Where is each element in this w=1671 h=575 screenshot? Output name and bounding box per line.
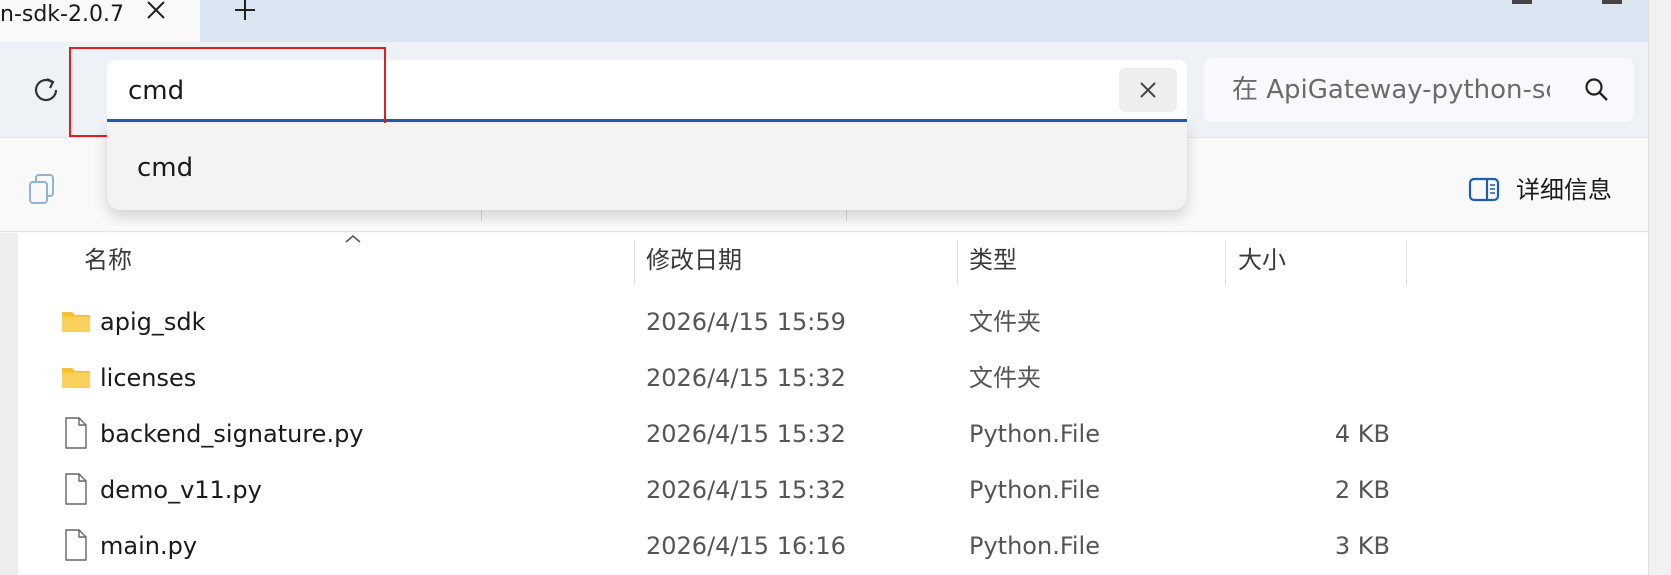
column-divider[interactable] — [634, 240, 635, 286]
file-size — [1270, 358, 1390, 398]
column-header-size[interactable]: 大小 — [1238, 240, 1286, 280]
file-date: 2026/4/15 15:32 — [646, 476, 846, 504]
file-name[interactable]: main.py — [100, 526, 197, 566]
column-divider[interactable] — [1225, 240, 1226, 286]
file-date: 2026/4/15 15:32 — [646, 420, 846, 448]
file-type: Python.File — [969, 420, 1100, 448]
file-size: 2 KB — [1334, 476, 1390, 504]
file-size: 3 KB — [1334, 532, 1390, 560]
file-name[interactable]: backend_signature.py — [100, 414, 364, 454]
suggestion-item[interactable]: cmd — [137, 150, 193, 186]
window-control-minimize[interactable] — [1512, 0, 1532, 4]
window-control-close[interactable] — [1602, 0, 1622, 4]
file-type: Python.File — [969, 476, 1100, 504]
navigation-pane-edge — [0, 233, 18, 575]
sort-ascending-icon — [344, 230, 362, 243]
details-pane-icon[interactable] — [1468, 176, 1502, 204]
search-input[interactable]: 在 ApiGateway-python-sc — [1232, 70, 1550, 110]
file-type: 文件夹 — [969, 308, 1041, 336]
file-icon — [64, 417, 88, 449]
refresh-icon[interactable] — [30, 74, 62, 106]
tab-title: n-sdk-2.0.7 — [0, 2, 124, 27]
file-size: 4 KB — [1334, 420, 1390, 448]
search-icon[interactable] — [1583, 76, 1611, 104]
file-type: Python.File — [969, 532, 1100, 560]
plus-icon[interactable] — [232, 0, 258, 26]
column-divider[interactable] — [1406, 240, 1407, 286]
column-divider[interactable] — [957, 240, 958, 286]
column-header-name[interactable]: 名称 — [84, 240, 132, 280]
window-edge — [1648, 0, 1671, 575]
close-icon[interactable] — [144, 0, 170, 26]
file-date: 2026/4/15 16:16 — [646, 532, 846, 560]
details-button-label[interactable]: 详细信息 — [1516, 172, 1612, 208]
folder-icon — [61, 365, 91, 389]
folder-icon — [61, 309, 91, 333]
file-date: 2026/4/15 15:59 — [646, 308, 846, 336]
file-date: 2026/4/15 15:32 — [646, 364, 846, 392]
file-list — [18, 233, 1648, 575]
file-name[interactable]: demo_v11.py — [100, 470, 262, 510]
file-type: 文件夹 — [969, 364, 1041, 392]
column-header-type[interactable]: 类型 — [969, 240, 1017, 280]
column-header-date[interactable]: 修改日期 — [646, 240, 742, 280]
file-name[interactable]: apig_sdk — [100, 302, 205, 342]
file-name[interactable]: licenses — [100, 358, 196, 398]
file-icon — [64, 529, 88, 561]
file-size — [1270, 302, 1390, 342]
file-icon — [64, 473, 88, 505]
copy-icon[interactable] — [26, 172, 60, 206]
address-suggestion-dropdown — [107, 123, 1187, 210]
clear-address-button[interactable] — [1119, 68, 1177, 112]
